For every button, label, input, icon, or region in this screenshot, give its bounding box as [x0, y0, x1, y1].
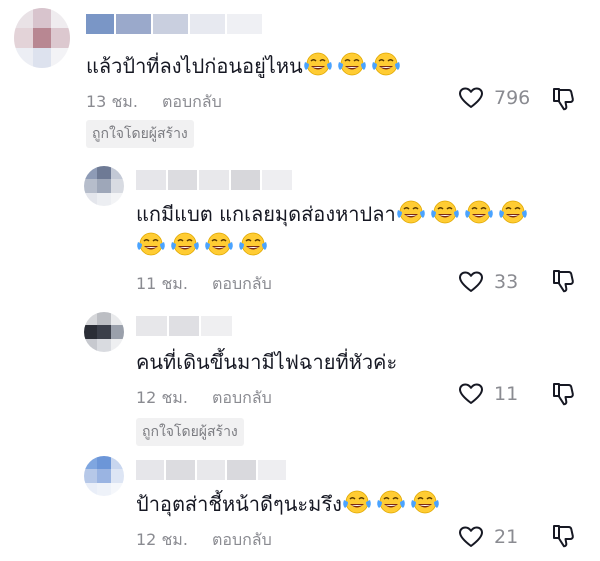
face-with-tears-of-joy-emoji: [342, 490, 372, 514]
comment-meta: 12 ชม. ตอบกลับ: [136, 386, 272, 411]
username-blurred[interactable]: [136, 316, 233, 336]
face-with-tears-of-joy-emoji: [170, 232, 200, 256]
timestamp: 11 ชม.: [136, 274, 188, 293]
comment-meta: 12 ชม. ตอบกลับ: [136, 528, 272, 553]
face-with-tears-of-joy-emoji: [371, 52, 401, 76]
face-with-tears-of-joy-emoji: [136, 232, 166, 256]
like-button[interactable]: 11: [458, 382, 518, 406]
reply-button[interactable]: ตอบกลับ: [212, 528, 272, 553]
like-button[interactable]: 21: [458, 525, 518, 549]
emoji-group: [396, 202, 532, 226]
liked-by-creator-badge: ถูกใจโดยผู้สร้าง: [86, 120, 194, 148]
like-button[interactable]: 33: [458, 270, 518, 294]
emoji-group: [342, 492, 444, 516]
avatar[interactable]: [84, 166, 124, 206]
comment-text-line-2: [136, 230, 272, 262]
face-with-tears-of-joy-emoji: [204, 232, 234, 256]
comment-text: แกมีแบต แกเลยมุดส่องหาปลา: [136, 198, 532, 230]
avatar[interactable]: [14, 8, 70, 68]
face-with-tears-of-joy-emoji: [238, 232, 268, 256]
face-with-tears-of-joy-emoji: [430, 200, 460, 224]
timestamp: 12 ชม.: [136, 530, 188, 549]
timestamp: 13 ชม.: [86, 92, 138, 111]
like-count: 796: [494, 87, 531, 109]
comment-text: คนที่เดินขึ้นมามีไฟฉายที่หัวค่ะ: [136, 350, 398, 374]
like-button[interactable]: 796: [458, 86, 530, 110]
face-with-tears-of-joy-emoji: [498, 200, 528, 224]
reply-button[interactable]: ตอบกลับ: [212, 386, 272, 411]
heart-outline-icon: [458, 382, 484, 406]
username-blurred[interactable]: [136, 460, 287, 480]
timestamp: 12 ชม.: [136, 388, 188, 407]
comment-text: ป้าอุตส่าชี้หน้าดีๆนะมรึง: [136, 488, 444, 520]
username-blurred[interactable]: [86, 14, 262, 34]
face-with-tears-of-joy-emoji: [376, 490, 406, 514]
face-with-tears-of-joy-emoji: [396, 200, 426, 224]
like-count: 11: [494, 383, 519, 405]
username-blurred[interactable]: [136, 170, 292, 190]
comment-meta: 13 ชม. ตอบกลับ: [86, 90, 222, 115]
heart-outline-icon: [458, 525, 484, 549]
avatar[interactable]: [84, 456, 124, 496]
heart-outline-icon: [458, 270, 484, 294]
comment-text: แล้วป้าที่ลงไปก่อนอยู่ไหน: [86, 50, 405, 82]
face-with-tears-of-joy-emoji: [337, 52, 367, 76]
reply-button[interactable]: ตอบกลับ: [212, 272, 272, 297]
face-with-tears-of-joy-emoji: [410, 490, 440, 514]
reply-button[interactable]: ตอบกลับ: [162, 90, 222, 115]
like-count: 21: [494, 526, 519, 548]
thumbs-down-outline-icon[interactable]: [550, 268, 576, 294]
emoji-group: [136, 234, 272, 258]
thumbs-down-outline-icon[interactable]: [550, 523, 576, 549]
heart-outline-icon: [458, 86, 484, 110]
avatar[interactable]: [84, 312, 124, 352]
thumbs-down-outline-icon[interactable]: [550, 381, 576, 407]
like-count: 33: [494, 271, 519, 293]
emoji-group: [303, 54, 405, 78]
face-with-tears-of-joy-emoji: [464, 200, 494, 224]
face-with-tears-of-joy-emoji: [303, 52, 333, 76]
comment-meta: 11 ชม. ตอบกลับ: [136, 272, 272, 297]
thumbs-down-outline-icon[interactable]: [550, 86, 576, 112]
liked-by-creator-badge: ถูกใจโดยผู้สร้าง: [136, 418, 244, 446]
